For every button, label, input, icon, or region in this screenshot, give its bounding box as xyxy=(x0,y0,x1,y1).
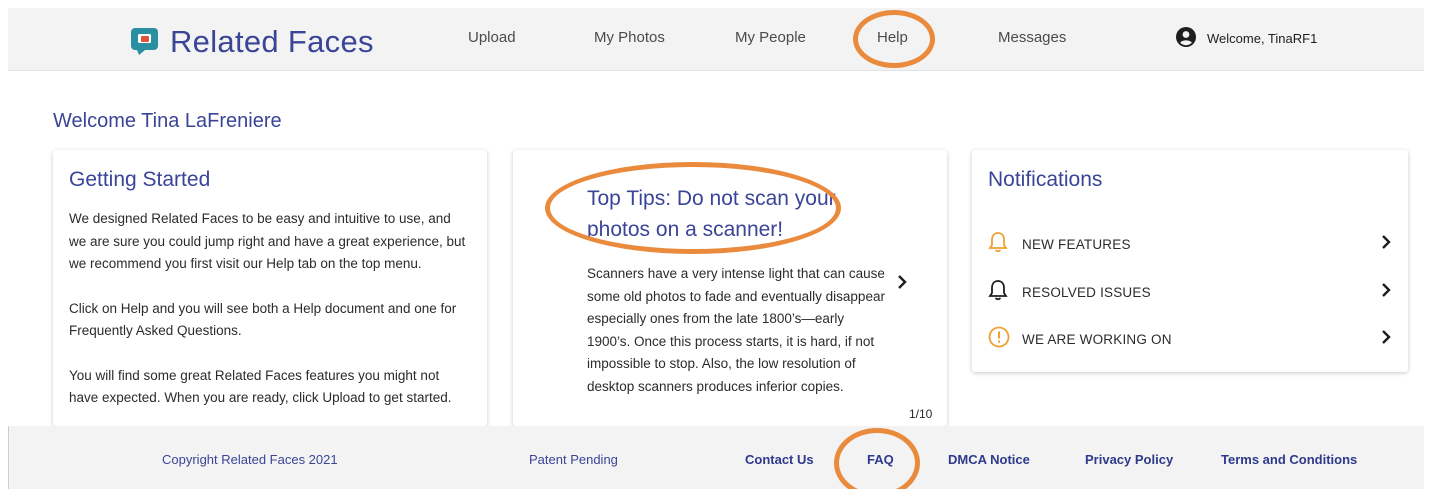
getting-started-paragraph: Click on Help and you will see both a He… xyxy=(69,300,457,339)
getting-started-card: Getting Started We designed Related Face… xyxy=(53,150,487,426)
nav-my-people[interactable]: My People xyxy=(735,29,806,46)
alert-circle-icon xyxy=(988,326,1010,353)
footer: Copyright Related Faces 2021 Patent Pend… xyxy=(8,426,1424,489)
chevron-right-icon xyxy=(1380,234,1392,255)
nav-help[interactable]: Help xyxy=(877,29,908,46)
top-nav-bar: Related Faces Upload My Photos My People… xyxy=(8,8,1424,71)
tip-title: Top Tips: Do not scan your photos on a s… xyxy=(587,187,836,241)
footer-link-dmca-notice[interactable]: DMCA Notice xyxy=(948,452,1030,467)
notification-label: NEW FEATURES xyxy=(1022,236,1131,252)
notification-we-are-working-on[interactable]: WE ARE WORKING ON xyxy=(988,326,1392,353)
notifications-title: Notifications xyxy=(988,168,1103,191)
bell-icon xyxy=(988,279,1008,306)
getting-started-paragraph: You will find some great Related Faces f… xyxy=(69,367,452,406)
footer-patent: Patent Pending xyxy=(529,452,618,467)
tip-body: Scanners have a very intense light that … xyxy=(587,266,885,394)
notification-label: WE ARE WORKING ON xyxy=(1022,331,1172,347)
footer-copyright: Copyright Related Faces 2021 xyxy=(162,452,338,467)
brand-name: Related Faces xyxy=(170,24,374,59)
notification-label: RESOLVED ISSUES xyxy=(1022,284,1151,300)
user-avatar-icon xyxy=(1176,27,1196,50)
getting-started-title: Getting Started xyxy=(69,168,211,191)
next-tip-chevron-icon[interactable] xyxy=(896,274,908,295)
bell-icon xyxy=(988,231,1008,258)
notification-resolved-issues[interactable]: RESOLVED ISSUES xyxy=(988,279,1392,306)
nav-messages[interactable]: Messages xyxy=(998,29,1066,46)
welcome-username: Welcome, TinaRF1 xyxy=(1207,31,1318,46)
user-menu[interactable]: Welcome, TinaRF1 xyxy=(1176,27,1317,50)
notification-new-features[interactable]: NEW FEATURES xyxy=(988,231,1392,258)
nav-upload[interactable]: Upload xyxy=(468,29,516,46)
footer-link-privacy-policy[interactable]: Privacy Policy xyxy=(1085,452,1173,467)
tip-counter: 1/10 xyxy=(909,407,933,421)
footer-link-faq[interactable]: FAQ xyxy=(867,452,894,467)
chevron-right-icon xyxy=(1380,282,1392,303)
footer-link-contact-us[interactable]: Contact Us xyxy=(745,452,814,467)
notifications-card: Notifications NEW FEATURES RESOLVED ISSU… xyxy=(972,150,1408,372)
brand-logo[interactable]: Related Faces xyxy=(131,26,374,57)
logo-icon xyxy=(131,28,158,55)
footer-link-terms-and-conditions[interactable]: Terms and Conditions xyxy=(1221,452,1357,467)
page-title: Welcome Tina LaFreniere xyxy=(53,110,282,132)
getting-started-paragraph: We designed Related Faces to be easy and… xyxy=(69,211,466,271)
chevron-right-icon xyxy=(1380,329,1392,350)
nav-my-photos[interactable]: My Photos xyxy=(594,29,665,46)
top-tips-card: Top Tips: Do not scan your photos on a s… xyxy=(513,150,947,426)
